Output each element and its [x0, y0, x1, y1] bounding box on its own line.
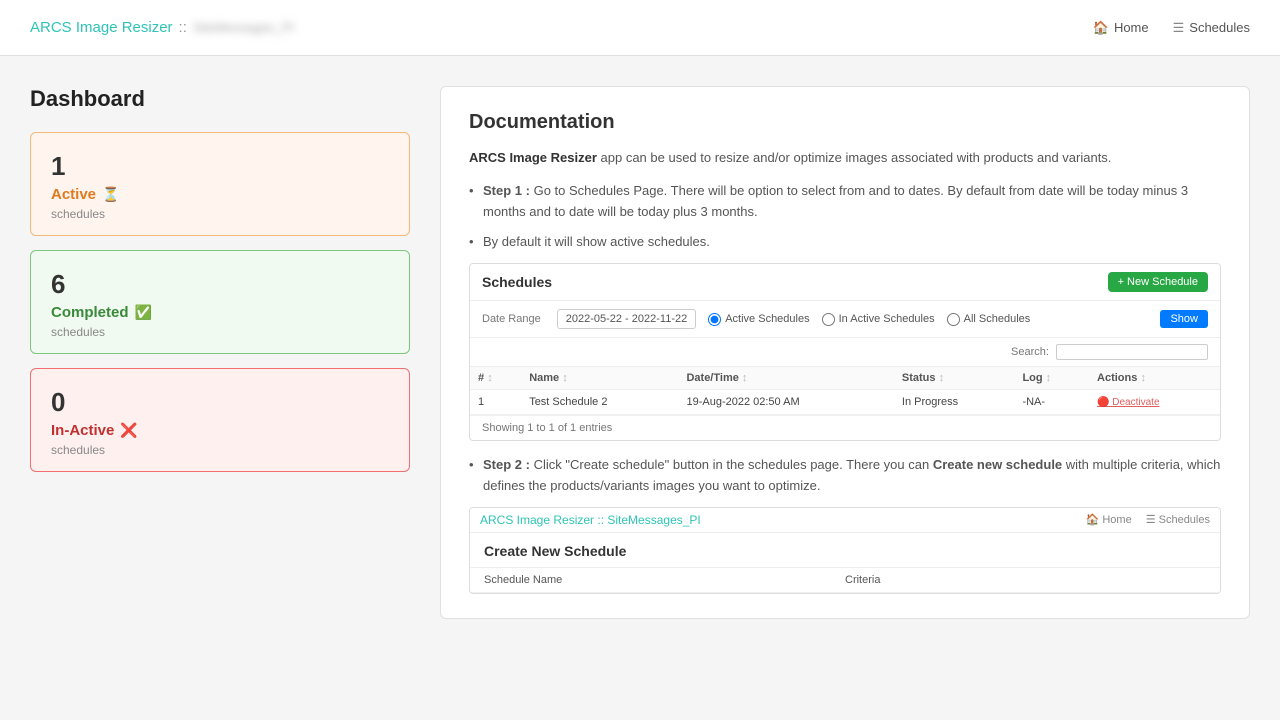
mini-header: ARCS Image Resizer :: SiteMessages_PI 🏠 …	[470, 508, 1220, 533]
x-circle-icon: ❌	[120, 422, 137, 439]
doc-steps: Step 1 : Go to Schedules Page. There wil…	[469, 181, 1221, 253]
col-actions: Actions ↕	[1089, 367, 1220, 390]
schedules-table: # ↕ Name ↕ Date/Time ↕ Status ↕ Log ↕ Ac…	[470, 366, 1220, 415]
top-nav: 🏠 Home ☰ Schedules	[1093, 20, 1250, 36]
date-range-input[interactable]: 2022-05-22 - 2022-11-22	[557, 309, 697, 329]
inactive-count: 0	[51, 387, 389, 418]
brand: ARCS Image Resizer :: SiteMessages_PI	[30, 19, 294, 36]
nav-schedules-label: Schedules	[1189, 20, 1250, 35]
filter-all[interactable]: All Schedules	[947, 313, 1031, 326]
doc-panel: Documentation ARCS Image Resizer app can…	[440, 86, 1250, 619]
col-datetime: Date/Time ↕	[678, 367, 893, 390]
mini-brand: ARCS Image Resizer :: SiteMessages_PI	[480, 513, 701, 527]
step-2-bold: Step 2 :	[483, 457, 530, 472]
doc-title: Documentation	[469, 111, 1221, 134]
doc-intro-bold: ARCS Image Resizer	[469, 150, 597, 165]
show-button[interactable]: Show	[1160, 310, 1208, 328]
table-row: 1 Test Schedule 2 19-Aug-2022 02:50 AM I…	[470, 390, 1220, 415]
create-schedule-header: Create New Schedule	[470, 533, 1220, 568]
step-1: Step 1 : Go to Schedules Page. There wil…	[469, 181, 1221, 223]
cell-actions: 🔴 Deactivate	[1089, 390, 1220, 415]
cell-status: In Progress	[894, 390, 1015, 415]
list-icon: ☰	[1173, 20, 1185, 36]
hourglass-icon: ⏳	[102, 186, 119, 203]
active-sub: schedules	[51, 207, 389, 221]
deactivate-link[interactable]: 🔴 Deactivate	[1097, 397, 1159, 408]
new-schedule-button[interactable]: + New Schedule	[1108, 272, 1208, 292]
inactive-label: In-Active ❌	[51, 422, 389, 439]
completed-text: Completed	[51, 304, 129, 321]
dashboard-panel: Dashboard 1 Active ⏳ schedules 6 Complet…	[30, 86, 410, 619]
step-1-note: By default it will show active schedules…	[469, 232, 1221, 253]
doc-intro-text: app can be used to resize and/or optimiz…	[601, 150, 1112, 165]
nav-home[interactable]: 🏠 Home	[1093, 20, 1149, 36]
create-schedule-title: Create New Schedule	[484, 543, 1206, 559]
search-row: Search:	[470, 337, 1220, 366]
step-2: Step 2 : Click "Create schedule" button …	[469, 455, 1221, 497]
mini-nav: 🏠 Home ☰ Schedules	[1086, 513, 1210, 526]
home-icon: 🏠	[1093, 20, 1109, 36]
step-2-list: Step 2 : Click "Create schedule" button …	[469, 455, 1221, 497]
filter-active[interactable]: Active Schedules	[708, 313, 809, 326]
schedules-mockup: Schedules + New Schedule Date Range 2022…	[469, 263, 1221, 441]
step-2-bold2: Create new schedule	[933, 457, 1062, 472]
mini-nav-schedules: ☰ Schedules	[1146, 513, 1210, 526]
step-1-note-text: By default it will show active schedules…	[483, 234, 710, 249]
schedule-filter-group: Active Schedules In Active Schedules All…	[708, 313, 1030, 326]
step-1-bold: Step 1 :	[483, 183, 530, 198]
active-text: Active	[51, 186, 96, 203]
search-label: Search:	[1011, 346, 1049, 358]
step-1-text: Go to Schedules Page. There will be opti…	[483, 183, 1188, 219]
completed-label: Completed ✅	[51, 304, 389, 321]
app-header: ARCS Image Resizer :: SiteMessages_PI 🏠 …	[0, 0, 1280, 56]
nav-schedules[interactable]: ☰ Schedules	[1173, 20, 1250, 36]
completed-count: 6	[51, 269, 389, 300]
col-criteria: Criteria	[845, 574, 1206, 586]
step-2-text1: Click "Create schedule" button in the sc…	[534, 457, 933, 472]
showing-entries: Showing 1 to 1 of 1 entries	[470, 415, 1220, 440]
cell-name: Test Schedule 2	[521, 390, 678, 415]
nav-home-label: Home	[1114, 20, 1149, 35]
dashboard-title: Dashboard	[30, 86, 410, 112]
col-log: Log ↕	[1014, 367, 1089, 390]
cell-num: 1	[470, 390, 521, 415]
create-schedule-mockup: ARCS Image Resizer :: SiteMessages_PI 🏠 …	[469, 507, 1221, 594]
brand-name: ARCS Image Resizer	[30, 19, 173, 36]
doc-intro: ARCS Image Resizer app can be used to re…	[469, 148, 1221, 169]
mockup-schedules-title: Schedules	[482, 274, 552, 290]
completed-card[interactable]: 6 Completed ✅ schedules	[30, 250, 410, 354]
mockup-header: Schedules + New Schedule	[470, 264, 1220, 300]
completed-sub: schedules	[51, 325, 389, 339]
active-count: 1	[51, 151, 389, 182]
table-header-row: # ↕ Name ↕ Date/Time ↕ Status ↕ Log ↕ Ac…	[470, 367, 1220, 390]
create-schedule-columns: Schedule Name Criteria	[470, 568, 1220, 593]
main-container: Dashboard 1 Active ⏳ schedules 6 Complet…	[0, 56, 1280, 649]
col-schedule-name: Schedule Name	[484, 574, 845, 586]
inactive-text: In-Active	[51, 422, 114, 439]
cell-log: -NA-	[1014, 390, 1089, 415]
filter-inactive[interactable]: In Active Schedules	[822, 313, 935, 326]
col-status: Status ↕	[894, 367, 1015, 390]
date-range-label: Date Range	[482, 313, 541, 325]
check-circle-icon: ✅	[135, 304, 152, 321]
cell-datetime: 19-Aug-2022 02:50 AM	[678, 390, 893, 415]
mini-nav-home: 🏠 Home	[1086, 513, 1132, 526]
col-num: # ↕	[470, 367, 521, 390]
brand-separator: ::	[179, 19, 187, 36]
active-card[interactable]: 1 Active ⏳ schedules	[30, 132, 410, 236]
brand-subdomain: SiteMessages_PI	[193, 20, 294, 35]
inactive-sub: schedules	[51, 443, 389, 457]
col-name: Name ↕	[521, 367, 678, 390]
active-label: Active ⏳	[51, 186, 389, 203]
inactive-card[interactable]: 0 In-Active ❌ schedules	[30, 368, 410, 472]
search-input[interactable]	[1056, 344, 1208, 360]
mockup-filters: Date Range 2022-05-22 - 2022-11-22 Activ…	[470, 300, 1220, 337]
